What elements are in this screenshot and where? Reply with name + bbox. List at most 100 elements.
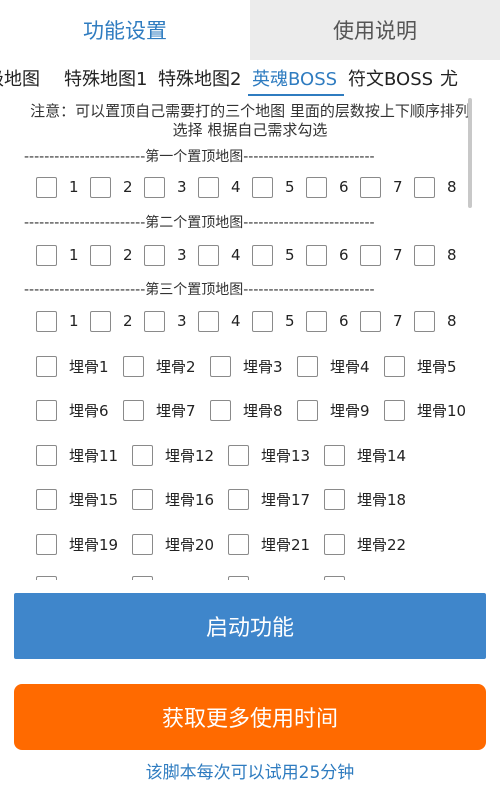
- partial-burial-5-4-checkbox[interactable]: [324, 575, 345, 580]
- sub-tab-special-map-2[interactable]: 特殊地图2: [154, 66, 248, 96]
- level-2-3-option[interactable]: 3: [144, 244, 198, 266]
- burial-5-1-option[interactable]: 埋骨19: [36, 533, 132, 555]
- level-3-6-checkbox[interactable]: [306, 310, 327, 332]
- sub-tab-special-map-1[interactable]: 特殊地图1: [60, 66, 154, 96]
- level-1-5-checkbox[interactable]: [252, 176, 273, 198]
- burial-3-1-option[interactable]: 埋骨11: [36, 444, 132, 466]
- burial-5-4-option[interactable]: 埋骨22: [324, 533, 420, 555]
- burial-3-3-option[interactable]: 埋骨13: [228, 444, 324, 466]
- sub-tab-hero-boss[interactable]: 英魂BOSS: [248, 66, 344, 96]
- level-3-3-checkbox[interactable]: [144, 310, 165, 332]
- level-2-2-checkbox[interactable]: [90, 244, 111, 266]
- get-more-time-button[interactable]: 获取更多使用时间: [14, 684, 486, 750]
- partial-burial-5-3-checkbox[interactable]: [228, 575, 249, 580]
- burial-2-1-option[interactable]: 埋骨6: [36, 399, 123, 421]
- burial-4-2-option[interactable]: 埋骨16: [132, 488, 228, 510]
- burial-4-1-option[interactable]: 埋骨15: [36, 488, 132, 510]
- level-3-4-option[interactable]: 4: [198, 310, 252, 332]
- burial-1-4-option[interactable]: 埋骨4: [297, 355, 384, 377]
- partial-burial-5-2-checkbox[interactable]: [132, 575, 153, 580]
- level-1-4-checkbox[interactable]: [198, 176, 219, 198]
- level-3-2-option[interactable]: 2: [90, 310, 144, 332]
- burial-5-3-option[interactable]: 埋骨21: [228, 533, 324, 555]
- level-2-5-option[interactable]: 5: [252, 244, 306, 266]
- burial-4-4-option[interactable]: 埋骨18: [324, 488, 420, 510]
- burial-1-1-option[interactable]: 埋骨1: [36, 355, 123, 377]
- level-3-3-option[interactable]: 3: [144, 310, 198, 332]
- burial-2-1-checkbox[interactable]: [36, 399, 57, 421]
- level-3-8-checkbox[interactable]: [414, 310, 435, 332]
- level-3-5-checkbox[interactable]: [252, 310, 273, 332]
- burial-1-4-checkbox[interactable]: [297, 355, 318, 377]
- burial-3-1-checkbox[interactable]: [36, 444, 57, 466]
- level-1-1-option[interactable]: 1: [36, 176, 90, 198]
- tab-function-settings[interactable]: 功能设置: [0, 0, 250, 60]
- burial-2-2-checkbox[interactable]: [123, 399, 144, 421]
- scrollbar[interactable]: [468, 98, 472, 208]
- settings-scroll-area[interactable]: 注意：可以置顶自己需要打的三个地图 里面的层数按上下顺序排列选择 根据自己需求勾…: [0, 98, 500, 580]
- burial-1-5-option[interactable]: 埋骨5: [384, 355, 471, 377]
- level-2-1-checkbox[interactable]: [36, 244, 57, 266]
- burial-2-4-option[interactable]: 埋骨9: [297, 399, 384, 421]
- sub-tab-level-map[interactable]: 级地图: [0, 66, 60, 96]
- partial-burial-5-2-option[interactable]: [132, 575, 228, 580]
- burial-1-3-checkbox[interactable]: [210, 355, 231, 377]
- level-1-6-option[interactable]: 6: [306, 176, 360, 198]
- burial-3-2-option[interactable]: 埋骨12: [132, 444, 228, 466]
- level-3-7-option[interactable]: 7: [360, 310, 414, 332]
- level-2-3-checkbox[interactable]: [144, 244, 165, 266]
- level-2-7-checkbox[interactable]: [360, 244, 381, 266]
- burial-4-3-checkbox[interactable]: [228, 488, 249, 510]
- burial-5-2-checkbox[interactable]: [132, 533, 153, 555]
- partial-burial-5-1-checkbox[interactable]: [36, 575, 57, 580]
- burial-1-2-option[interactable]: 埋骨2: [123, 355, 210, 377]
- partial-burial-5-1-option[interactable]: [36, 575, 132, 580]
- level-2-8-option[interactable]: 8: [414, 244, 468, 266]
- level-2-4-option[interactable]: 4: [198, 244, 252, 266]
- level-1-4-option[interactable]: 4: [198, 176, 252, 198]
- burial-2-2-option[interactable]: 埋骨7: [123, 399, 210, 421]
- level-1-3-option[interactable]: 3: [144, 176, 198, 198]
- burial-3-2-checkbox[interactable]: [132, 444, 153, 466]
- level-1-5-option[interactable]: 5: [252, 176, 306, 198]
- level-1-6-checkbox[interactable]: [306, 176, 327, 198]
- level-3-5-option[interactable]: 5: [252, 310, 306, 332]
- level-3-7-checkbox[interactable]: [360, 310, 381, 332]
- burial-1-5-checkbox[interactable]: [384, 355, 405, 377]
- burial-3-3-checkbox[interactable]: [228, 444, 249, 466]
- level-2-4-checkbox[interactable]: [198, 244, 219, 266]
- level-3-2-checkbox[interactable]: [90, 310, 111, 332]
- level-1-8-checkbox[interactable]: [414, 176, 435, 198]
- level-2-5-checkbox[interactable]: [252, 244, 273, 266]
- burial-2-5-checkbox[interactable]: [384, 399, 405, 421]
- burial-2-5-option[interactable]: 埋骨10: [384, 399, 471, 421]
- level-2-8-checkbox[interactable]: [414, 244, 435, 266]
- sub-tab-rune-boss[interactable]: 符文BOSS: [344, 66, 436, 96]
- level-2-7-option[interactable]: 7: [360, 244, 414, 266]
- level-3-8-option[interactable]: 8: [414, 310, 468, 332]
- burial-2-4-checkbox[interactable]: [297, 399, 318, 421]
- partial-burial-5-3-option[interactable]: [228, 575, 324, 580]
- burial-4-1-checkbox[interactable]: [36, 488, 57, 510]
- burial-1-1-checkbox[interactable]: [36, 355, 57, 377]
- burial-1-3-option[interactable]: 埋骨3: [210, 355, 297, 377]
- level-1-3-checkbox[interactable]: [144, 176, 165, 198]
- level-2-1-option[interactable]: 1: [36, 244, 90, 266]
- burial-1-2-checkbox[interactable]: [123, 355, 144, 377]
- burial-4-4-checkbox[interactable]: [324, 488, 345, 510]
- burial-2-3-checkbox[interactable]: [210, 399, 231, 421]
- level-2-6-option[interactable]: 6: [306, 244, 360, 266]
- level-3-1-option[interactable]: 1: [36, 310, 90, 332]
- burial-4-2-checkbox[interactable]: [132, 488, 153, 510]
- level-3-6-option[interactable]: 6: [306, 310, 360, 332]
- level-3-1-checkbox[interactable]: [36, 310, 57, 332]
- burial-5-2-option[interactable]: 埋骨20: [132, 533, 228, 555]
- level-1-7-option[interactable]: 7: [360, 176, 414, 198]
- burial-3-4-checkbox[interactable]: [324, 444, 345, 466]
- burial-5-1-checkbox[interactable]: [36, 533, 57, 555]
- level-2-2-option[interactable]: 2: [90, 244, 144, 266]
- burial-5-4-checkbox[interactable]: [324, 533, 345, 555]
- level-1-1-checkbox[interactable]: [36, 176, 57, 198]
- burial-4-3-option[interactable]: 埋骨17: [228, 488, 324, 510]
- level-1-2-checkbox[interactable]: [90, 176, 111, 198]
